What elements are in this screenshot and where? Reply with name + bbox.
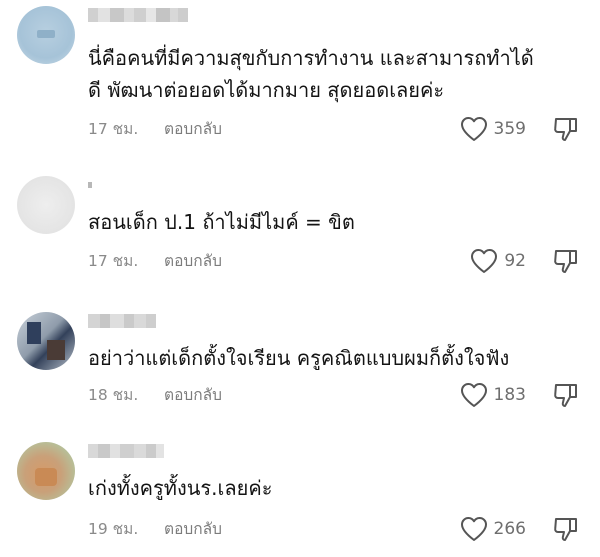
heart-icon <box>460 517 487 541</box>
heart-icon <box>471 249 498 273</box>
username-pixelated[interactable] <box>88 178 92 192</box>
comment-meta: 17 ชม. ตอบกลับ <box>88 250 222 272</box>
reply-button[interactable]: ตอบกลับ <box>164 250 222 272</box>
comment-meta: 19 ชม. ตอบกลับ <box>88 518 222 540</box>
comment-text: นี่คือคนที่มีความสุขกับการทำงาน และสามาร… <box>88 42 588 106</box>
reply-button[interactable]: ตอบกลับ <box>164 384 222 406</box>
dislike-button[interactable] <box>552 115 580 143</box>
avatar[interactable] <box>17 312 75 370</box>
avatar[interactable] <box>17 6 75 64</box>
comment-text-line: ดี พัฒนาต่อยอดได้มากมาย สุดยอดเลยค่ะ <box>88 78 445 102</box>
reply-button[interactable]: ตอบกลับ <box>164 118 222 140</box>
heart-icon <box>460 117 487 141</box>
avatar[interactable] <box>17 176 75 234</box>
username-pixelated[interactable] <box>88 444 164 458</box>
dislike-button[interactable] <box>552 515 580 543</box>
username-pixelated[interactable] <box>88 314 156 328</box>
comment-text: เก่งทั้งครูทั้งนร.เลยค่ะ <box>88 472 588 504</box>
comment-text-line: นี่คือคนที่มีความสุขกับการทำงาน และสามาร… <box>88 46 534 70</box>
like-button[interactable]: 183 <box>460 382 526 408</box>
comment-text: สอนเด็ก ป.1 ถ้าไม่มีไมค์ = ขิต <box>88 206 588 238</box>
thumbs-down-icon <box>554 118 577 141</box>
thumbs-down-icon <box>554 518 577 541</box>
comment-time: 18 ชม. <box>88 386 139 404</box>
like-count: 183 <box>493 385 526 405</box>
like-button[interactable]: 266 <box>460 516 526 542</box>
comment-text-line: อย่าว่าแต่เด็กตั้งใจเรียน ครูคณิตแบบผมก็… <box>88 346 510 370</box>
comment-text: อย่าว่าแต่เด็กตั้งใจเรียน ครูคณิตแบบผมก็… <box>88 342 588 374</box>
like-count: 92 <box>504 251 526 271</box>
avatar[interactable] <box>17 442 75 500</box>
heart-icon <box>460 383 487 407</box>
dislike-button[interactable] <box>552 381 580 409</box>
dislike-button[interactable] <box>552 247 580 275</box>
comment-time: 19 ชม. <box>88 520 139 538</box>
comment-time: 17 ชม. <box>88 120 139 138</box>
comment-meta: 17 ชม. ตอบกลับ <box>88 118 222 140</box>
comment-text-line: เก่งทั้งครูทั้งนร.เลยค่ะ <box>88 476 273 500</box>
reply-button[interactable]: ตอบกลับ <box>164 518 222 540</box>
like-button[interactable]: 359 <box>460 116 526 142</box>
comment-time: 17 ชม. <box>88 252 139 270</box>
thumbs-down-icon <box>554 384 577 407</box>
thumbs-down-icon <box>554 250 577 273</box>
comment-text-line: สอนเด็ก ป.1 ถ้าไม่มีไมค์ = ขิต <box>88 210 355 234</box>
like-count: 266 <box>493 519 526 539</box>
username-pixelated[interactable] <box>88 8 188 22</box>
like-button[interactable]: 92 <box>470 248 526 274</box>
comment-meta: 18 ชม. ตอบกลับ <box>88 384 222 406</box>
like-count: 359 <box>493 119 526 139</box>
